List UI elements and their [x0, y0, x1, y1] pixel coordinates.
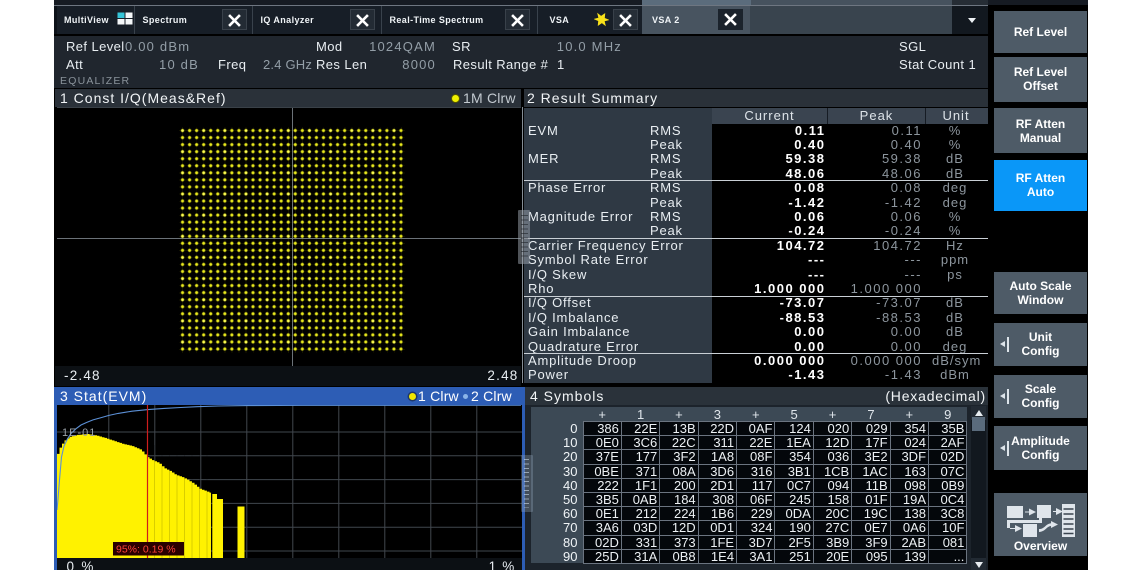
svg-text:95%: 0.19 %: 95%: 0.19 %	[116, 544, 176, 556]
svg-text:1E-01: 1E-01	[62, 427, 96, 439]
